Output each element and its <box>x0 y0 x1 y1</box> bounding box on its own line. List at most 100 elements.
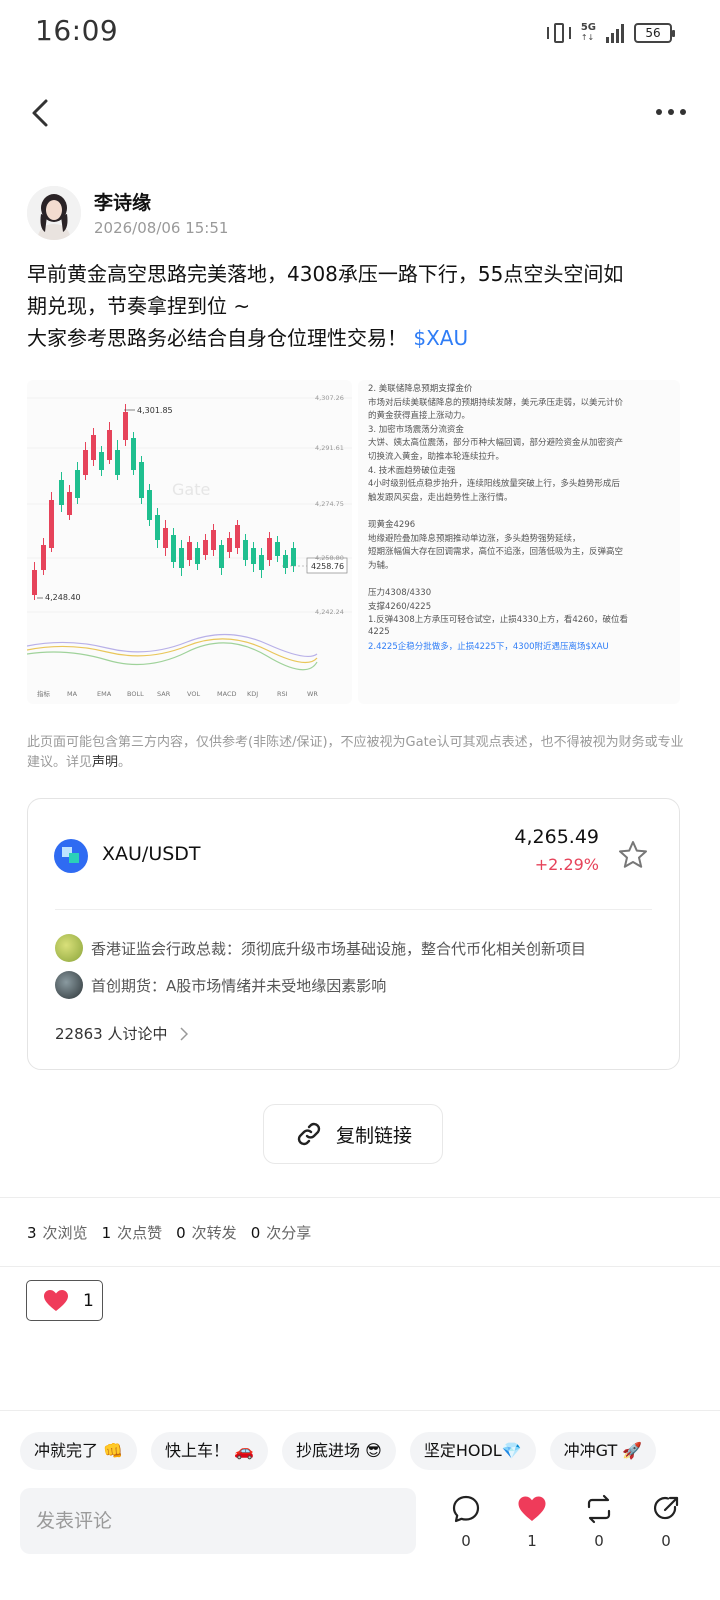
stat-label: 次浏览 <box>42 1224 88 1242</box>
repost-count: 0 <box>594 1532 604 1550</box>
more-dot-icon <box>656 109 662 115</box>
author-avatar[interactable] <box>27 186 81 240</box>
analysis-line: 4. 技术面趋势破位走强 <box>368 465 456 476</box>
news-item[interactable]: 首创期货：A股市场情绪并未受地缘因素影响 <box>55 970 386 1000</box>
analysis-line: 3. 加密市场震荡分流资金 <box>368 424 464 435</box>
candle-body <box>267 538 272 560</box>
repost-button[interactable]: 0 <box>579 1494 619 1550</box>
analysis-line: 切换流入黄金，助推本轮连续拉升。 <box>368 452 505 462</box>
stat-likes: 1 次点赞 <box>102 1222 163 1243</box>
frog-avatar-icon <box>55 934 83 962</box>
analysis-line: 2. 美联储降息预期支撑金价 <box>368 384 473 394</box>
candle-body <box>251 548 256 564</box>
xau-coin-icon <box>54 839 88 873</box>
reaction-count: 1 <box>83 1290 94 1311</box>
chart-watermark: Gate <box>172 480 210 499</box>
stat-shares: 0 次分享 <box>251 1222 312 1243</box>
indicator-tab: MA <box>67 690 78 698</box>
analysis-line: 触发跟风买盘，走出趋势性上涨行情。 <box>368 492 513 503</box>
analysis-line: 压力4308/4330 <box>368 588 432 598</box>
analysis-line: 短期涨幅偏大存在回调需求，高位不追涨，回落低吸为主，反弹高空 <box>368 547 624 558</box>
post-body: 早前黄金高空思路完美落地，4308承压一路下行，55点空头空间如 期兑现，节奏拿… <box>27 258 697 354</box>
analysis-line: 现黄金4296 <box>368 520 416 530</box>
axis-label: 4,291.61 <box>315 444 344 452</box>
stat-label: 次分享 <box>266 1224 312 1242</box>
more-options-button[interactable] <box>656 104 688 120</box>
indicator-tab: WR <box>307 690 318 698</box>
post-text-line: 早前黄金高空思路完美落地，4308承压一路下行，55点空头空间如 <box>27 262 624 286</box>
post-text-line: 大家参考思路务必结合自身仓位理性交易！ <box>27 326 407 350</box>
quick-reply-chip[interactable]: 冲就完了 👊 <box>20 1432 138 1470</box>
network-indicator: 5G ↑↓ <box>580 22 596 43</box>
share-button[interactable]: 0 <box>646 1494 686 1550</box>
favorite-button[interactable] <box>617 839 649 871</box>
copy-link-button[interactable]: 复制链接 <box>263 1104 443 1164</box>
disclaimer-end: 。 <box>118 755 132 770</box>
star-icon <box>619 841 647 868</box>
more-dot-icon <box>680 109 686 115</box>
market-card[interactable]: XAU/USDT 4,265.49 +2.29% 香港证监会行政总裁：须彻底升级… <box>27 798 680 1070</box>
analysis-line: 4小时级别低点稳步抬升，连续阳线放量突破上行，多头趋势形成后 <box>368 479 620 490</box>
quick-reply-chip[interactable]: 抄底进场 😎 <box>282 1432 396 1470</box>
candle-body <box>83 450 88 475</box>
trading-pair[interactable]: XAU/USDT <box>102 843 201 865</box>
stat-label: 次转发 <box>191 1224 237 1242</box>
low-label: 4,248.40 <box>45 593 81 602</box>
analysis-line: 1.反弹4308上方承压可轻仓试空，止损4330上方，看4260，破位看 <box>368 615 629 626</box>
heart-filled-icon <box>518 1496 546 1521</box>
candle-body <box>139 462 144 498</box>
pair-change: +2.29% <box>534 855 599 874</box>
discussion-link[interactable]: 22863 人讨论中 <box>55 1023 188 1044</box>
candle-body <box>163 528 168 548</box>
repost-icon <box>587 1494 611 1524</box>
quick-reply-chip[interactable]: 冲冲GT 🚀 <box>549 1432 657 1470</box>
signal-icon <box>606 23 624 43</box>
analysis-image[interactable]: 2. 美联储降息预期支撑金价 市场对后续美联储降息的预期持续发酵，美元承压走弱，以… <box>358 380 680 704</box>
candle-body <box>259 555 264 570</box>
like-count: 1 <box>527 1532 537 1550</box>
back-button[interactable] <box>26 96 56 130</box>
indicator-tab: EMA <box>97 690 112 698</box>
candle-body <box>275 542 280 556</box>
axis-label: 4,242.24 <box>315 608 344 616</box>
candle-body <box>115 450 120 475</box>
statement-link[interactable]: 声明 <box>92 755 118 770</box>
network-type: 5G <box>580 22 596 33</box>
comment-button[interactable]: 0 <box>446 1494 486 1550</box>
candle-body <box>91 435 96 460</box>
axis-label: 4,258.80 <box>315 554 344 562</box>
candle-body <box>171 535 176 562</box>
candle-body <box>235 525 240 548</box>
quick-replies: 冲就完了 👊 快上车！ 🚗 抄底进场 😎 坚定HODL💎 冲冲GT 🚀 <box>20 1432 657 1470</box>
candle-body <box>107 430 112 460</box>
heart-reaction-button[interactable]: 1 <box>26 1280 103 1321</box>
comment-input[interactable]: 发表评论 <box>20 1488 416 1554</box>
like-button[interactable]: 1 <box>512 1494 552 1550</box>
candle-body <box>67 492 72 515</box>
section-divider <box>0 1410 720 1411</box>
quick-reply-chip[interactable]: 坚定HODL💎 <box>409 1432 536 1470</box>
discussion-count: 22863 人讨论中 <box>55 1025 168 1043</box>
copy-link-label: 复制链接 <box>335 1124 412 1147</box>
stat-reposts: 0 次转发 <box>176 1222 237 1243</box>
analysis-line: 的黄金获得直接上涨动力。 <box>368 411 471 422</box>
candle-body <box>203 540 208 555</box>
card-divider <box>55 909 652 910</box>
indicator-tab: 指标 <box>37 689 51 698</box>
indicator-tab: SAR <box>157 690 171 698</box>
section-divider <box>0 1266 720 1267</box>
candlestick-chart: Gate 4,301.85 4,248.40 4258.76 4,307.26 … <box>27 394 352 698</box>
axis-label: 4,307.26 <box>315 394 344 402</box>
news-title: 香港证监会行政总裁：须彻底升级市场基础设施，整合代币化相关创新项目 <box>91 939 587 958</box>
share-icon <box>653 1496 679 1520</box>
xau-tag-link[interactable]: $XAU <box>413 326 468 350</box>
status-time: 16:09 <box>35 14 119 47</box>
candle-body <box>243 540 248 560</box>
candle-body <box>147 490 152 520</box>
post-text-line: 期兑现，节奏拿捏到位 ~ <box>27 294 251 318</box>
quick-reply-chip[interactable]: 快上车！ 🚗 <box>151 1432 269 1470</box>
chart-image[interactable]: Gate 4,301.85 4,248.40 4258.76 4,307.26 … <box>27 380 352 704</box>
author-name[interactable]: 李诗缘 <box>94 188 151 215</box>
more-dot-icon <box>668 109 674 115</box>
news-item[interactable]: 香港证监会行政总裁：须彻底升级市场基础设施，整合代币化相关创新项目 <box>55 933 586 963</box>
